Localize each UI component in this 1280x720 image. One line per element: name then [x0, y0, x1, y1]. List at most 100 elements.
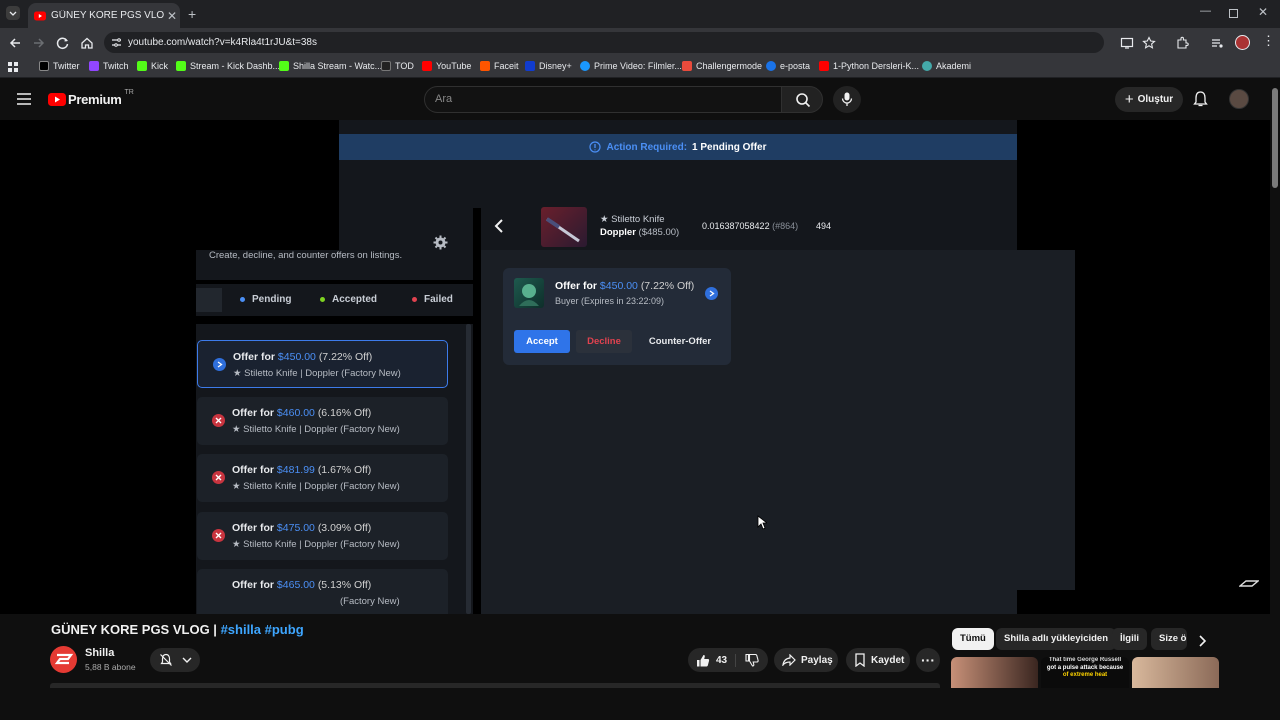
bookmark-star-icon[interactable]	[1142, 36, 1156, 50]
install-app-icon[interactable]	[1120, 36, 1134, 50]
back-arrow-icon[interactable]	[493, 218, 505, 234]
gear-icon[interactable]	[433, 235, 448, 250]
forward-icon[interactable]	[32, 36, 46, 50]
hamburger-menu-icon[interactable]	[17, 93, 31, 105]
counter-offer-button[interactable]: Counter-Offer	[642, 330, 718, 353]
like-button[interactable]: 43	[688, 653, 736, 667]
create-button[interactable]: + Oluştur	[1115, 87, 1183, 112]
close-tab-icon[interactable]: ✕	[164, 9, 180, 23]
minimize-icon[interactable]: —	[1200, 5, 1211, 17]
address-bar[interactable]: youtube.com/watch?v=k4Rla4t1rJU&t=38s	[104, 32, 1104, 53]
recommended-thumbnail[interactable]: That time George Russell got a pulse att…	[1041, 657, 1129, 688]
channel-avatar[interactable]	[50, 646, 77, 673]
close-window-icon[interactable]: ✕	[1258, 5, 1268, 19]
browser-tab[interactable]: GÜNEY KORE PGS VLOG | #shilla ✕	[28, 3, 180, 28]
challengermode-icon	[682, 61, 692, 71]
extensions-icon[interactable]	[1175, 36, 1189, 50]
offer-item[interactable]: Offer for $460.00 (6.16% Off) ★ Stiletto…	[197, 397, 448, 445]
bookmark-kick-dashboard[interactable]: Stream - Kick Dashb...	[176, 61, 280, 71]
youtube-logo-icon	[48, 93, 66, 106]
chip-related[interactable]: İlgili	[1112, 628, 1147, 650]
description-box[interactable]	[50, 683, 940, 688]
filter-all-tab[interactable]	[196, 288, 222, 312]
apps-grid-icon[interactable]	[8, 62, 18, 72]
video-hashtags[interactable]: #shilla #pubg	[221, 622, 304, 637]
offer-item[interactable]: Offer for $475.00 (3.09% Off) ★ Stiletto…	[197, 512, 448, 560]
item-seed: 494	[816, 221, 832, 231]
voice-search-button[interactable]	[833, 86, 861, 113]
offer-item[interactable]: Offer for $465.00 (5.13% Off) (Factory N…	[197, 569, 448, 614]
recommended-thumbnail[interactable]	[1132, 657, 1219, 688]
chip-all[interactable]: Tümü	[952, 628, 994, 650]
chevron-down-icon	[182, 657, 191, 663]
search-input[interactable]: Ara	[424, 86, 782, 113]
bookmark-eposta[interactable]: e-posta	[766, 61, 810, 71]
bookmark-youtube[interactable]: YouTube	[422, 61, 471, 71]
buyer-expiry: Buyer (Expires in 23:22:09)	[555, 296, 665, 306]
bookmark-twitch[interactable]: Twitch	[89, 61, 129, 71]
offers-scrollbar[interactable]	[466, 324, 471, 614]
decline-button[interactable]: Decline	[576, 330, 632, 353]
chip-for-you[interactable]: Size ö	[1151, 628, 1187, 650]
site-info-icon[interactable]	[111, 37, 122, 48]
bookmark-python[interactable]: 1-Python Dersleri-K...	[819, 61, 919, 71]
prime-video-icon	[580, 61, 590, 71]
search-icon	[796, 93, 811, 108]
notifications-bell-icon[interactable]	[1193, 91, 1208, 108]
dislike-button[interactable]	[736, 653, 759, 667]
channel-name[interactable]: Shilla	[85, 647, 114, 659]
failed-offer-icon	[212, 471, 225, 484]
failed-offer-icon	[212, 529, 225, 542]
page-scrollbar-thumb[interactable]	[1272, 88, 1278, 188]
filter-failed[interactable]: Failed	[412, 294, 453, 305]
share-button[interactable]: Paylaş	[774, 648, 838, 672]
bookmark-kick[interactable]: Kick	[137, 61, 168, 71]
offer-item[interactable]: Offer for $481.99 (1.67% Off) ★ Stiletto…	[197, 454, 448, 502]
bookmark-twitter[interactable]: Twitter	[39, 61, 80, 71]
tab-title: GÜNEY KORE PGS VLOG | #shilla	[51, 10, 164, 21]
video-player[interactable]: Action Required: 1 Pending Offer Create,…	[0, 120, 1270, 614]
user-avatar[interactable]	[1229, 89, 1249, 109]
bookmark-shilla-stream[interactable]: Shilla Stream - Watc...	[279, 61, 382, 71]
action-required-banner[interactable]: Action Required: 1 Pending Offer	[339, 134, 1017, 160]
home-icon[interactable]	[80, 36, 94, 50]
accepted-dot-icon	[320, 297, 325, 302]
maximize-icon[interactable]	[1229, 9, 1238, 18]
subscription-bell-button[interactable]	[150, 648, 200, 672]
recommended-thumbnail[interactable]	[951, 657, 1038, 688]
profile-avatar[interactable]	[1235, 35, 1250, 50]
offer-detail-card: Offer for $450.00 (7.22% Off) Buyer (Exp…	[503, 268, 731, 365]
bookmark-akademi[interactable]: Akademi	[922, 61, 971, 71]
back-icon[interactable]	[8, 36, 22, 50]
buyer-avatar-image	[519, 284, 539, 306]
media-control-icon[interactable]	[1210, 36, 1224, 50]
channel-watermark-icon[interactable]	[1239, 577, 1259, 589]
bookmark-challengermode[interactable]: Challengermode	[682, 61, 762, 71]
subscriber-count: 5,88 B abone	[85, 662, 136, 672]
accept-button[interactable]: Accept	[514, 330, 570, 353]
plus-icon: +	[1124, 91, 1134, 108]
filter-pending[interactable]: Pending	[240, 294, 291, 305]
tab-search-button[interactable]	[6, 6, 20, 20]
bookmark-disney[interactable]: Disney+	[525, 61, 572, 71]
bookmark-tod[interactable]: TOD	[381, 61, 414, 71]
page-scrollbar[interactable]	[1270, 78, 1280, 688]
more-actions-button[interactable]: ···	[916, 648, 940, 672]
kick-icon	[279, 61, 289, 71]
more-dots-icon: ···	[921, 652, 935, 668]
offer-item[interactable]: Offer for $450.00 (7.22% Off) ★ Stiletto…	[197, 340, 448, 388]
item-thumbnail	[541, 207, 587, 247]
video-title: GÜNEY KORE PGS VLOG | #shilla #pubg	[51, 622, 304, 637]
search-button[interactable]	[781, 86, 823, 113]
menu-dots-icon[interactable]: ⋮	[1262, 33, 1275, 49]
chip-from-uploader[interactable]: Shilla adlı yükleyiciden	[996, 628, 1117, 650]
bookmark-faceit[interactable]: Faceit	[480, 61, 519, 71]
save-button[interactable]: Kaydet	[846, 648, 910, 672]
reload-icon[interactable]	[56, 36, 70, 50]
thumbs-down-icon	[745, 653, 759, 667]
youtube-premium-logo[interactable]: Premium TR	[48, 89, 134, 107]
bookmark-prime-video[interactable]: Prime Video: Filmler...	[580, 61, 682, 71]
chevron-right-icon[interactable]	[1197, 634, 1207, 648]
filter-accepted[interactable]: Accepted	[320, 294, 377, 305]
new-tab-icon[interactable]: +	[188, 6, 196, 22]
